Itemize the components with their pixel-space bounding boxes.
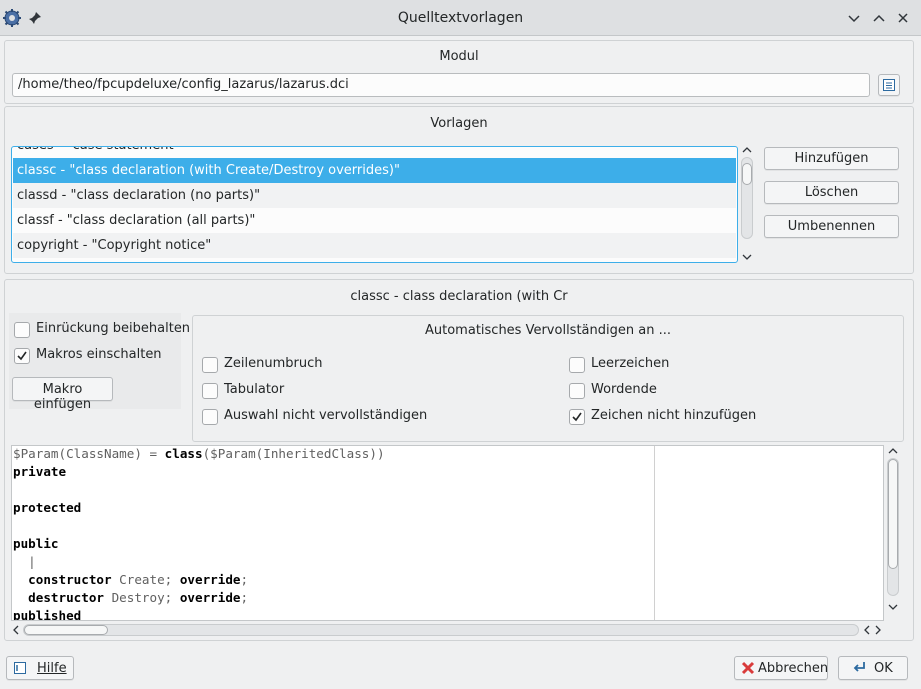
right-margin-line: [654, 446, 655, 620]
scroll-left-icon[interactable]: [11, 625, 21, 635]
list-item[interactable]: copyright - "Copyright notice": [13, 233, 736, 258]
code-keyword: published: [13, 608, 82, 621]
code-keyword: constructor: [28, 572, 112, 587]
templates-scrollbar-thumb[interactable]: [742, 163, 752, 185]
code-line[interactable]: published: [13, 608, 82, 621]
option-label: Auswahl nicht vervollständigen: [224, 408, 428, 423]
ok-button[interactable]: OK: [838, 656, 908, 680]
code-keyword: destructor: [28, 590, 104, 605]
checkbox-box[interactable]: [14, 322, 30, 338]
checkmark-icon: [572, 412, 582, 422]
templates-list[interactable]: cases - "case statement" classc - "class…: [11, 146, 738, 263]
checkbox-box[interactable]: [202, 357, 218, 373]
window-title: Quelltextvorlagen: [397, 10, 524, 26]
scroll-up-icon[interactable]: [742, 145, 752, 155]
minimize-icon[interactable]: [846, 10, 862, 26]
code-text: $Param(ClassName) =: [13, 446, 165, 461]
option-label: Leerzeichen: [591, 356, 670, 371]
option-label: Zeilenumbruch: [224, 356, 323, 371]
code-text: ;: [240, 572, 249, 587]
code-text: |: [13, 554, 36, 569]
add-button[interactable]: Hinzufügen: [764, 147, 899, 170]
checkbox-box[interactable]: [202, 409, 218, 425]
template-caption: classc - class declaration (with Cr: [350, 289, 568, 304]
code-text: ;: [240, 590, 249, 605]
cancel-label: Abbrechen: [758, 661, 829, 676]
help-label: Hilfe: [37, 661, 67, 676]
keep-indent-label: Einrückung beibehalten: [36, 321, 191, 336]
code-line[interactable]: destructor Destroy; override;: [13, 590, 248, 608]
scroll-left-icon[interactable]: [862, 625, 872, 635]
checkmark-icon: [17, 351, 27, 361]
option-label: Zeichen nicht hinzufügen: [591, 408, 757, 423]
code-keyword: class: [164, 446, 203, 461]
scroll-down-icon[interactable]: [888, 602, 898, 612]
help-icon: [14, 662, 26, 674]
editor-hscrollbar[interactable]: [23, 624, 859, 636]
list-item-selected[interactable]: classc - "class declaration (with Create…: [13, 158, 736, 183]
code-keyword: override: [179, 590, 241, 605]
option-label: Wordende: [591, 382, 657, 397]
module-caption: Modul: [439, 49, 479, 64]
enter-icon: [853, 662, 865, 672]
templates-caption: Vorlagen: [430, 116, 488, 131]
editor-vscrollbar-thumb[interactable]: [888, 459, 898, 569]
insert-macro-button[interactable]: Makro einfügen: [12, 377, 113, 412]
code-line[interactable]: $Param(ClassName) = class($Param(Inherit…: [13, 446, 385, 464]
code-keyword: private: [13, 464, 67, 479]
code-text: Create;: [111, 572, 180, 587]
code-keyword: override: [179, 572, 241, 587]
code-line[interactable]: public: [13, 536, 59, 554]
scroll-up-icon[interactable]: [888, 446, 898, 456]
code-editor[interactable]: $Param(ClassName) = class($Param(Inherit…: [11, 445, 884, 621]
code-line[interactable]: constructor Create; override;: [13, 572, 248, 590]
list-item[interactable]: classf - "class declaration (all parts)": [13, 208, 736, 233]
module-path-field[interactable]: /home/theo/fpcupdeluxe/config_lazarus/la…: [12, 73, 870, 97]
code-text: ($Param(InheritedClass)): [202, 446, 385, 461]
checkbox-box[interactable]: [569, 383, 585, 399]
code-keyword: public: [13, 536, 59, 551]
list-item[interactable]: classd - "class declaration (no parts)": [13, 183, 736, 208]
checkbox-box[interactable]: [202, 383, 218, 399]
code-line[interactable]: |: [13, 554, 36, 572]
code-line[interactable]: protected: [13, 500, 81, 518]
checkbox-box[interactable]: [569, 409, 585, 425]
browse-button[interactable]: [878, 74, 900, 96]
option-label: Tabulator: [224, 382, 285, 397]
autocomplete-caption: Automatisches Vervollständigen an ...: [425, 323, 671, 338]
close-icon[interactable]: [895, 10, 911, 26]
cancel-icon: [741, 661, 755, 675]
checkbox-box[interactable]: [14, 348, 30, 364]
title-bar: Quelltextvorlagen: [0, 0, 921, 36]
maximize-icon[interactable]: [871, 10, 887, 26]
code-line[interactable]: private: [13, 464, 66, 482]
scroll-right-icon[interactable]: [873, 625, 883, 635]
document-icon: [883, 79, 895, 91]
list-item[interactable]: cases - "case statement": [13, 147, 736, 158]
scroll-down-icon[interactable]: [742, 252, 752, 262]
cancel-button[interactable]: Abbrechen: [734, 656, 828, 680]
enable-macros-label: Makros einschalten: [36, 347, 162, 362]
checkbox-box[interactable]: [569, 357, 585, 373]
editor-hscrollbar-thumb[interactable]: [24, 625, 108, 635]
ok-label: OK: [874, 661, 893, 676]
code-text: Destroy;: [104, 590, 180, 605]
code-keyword: protected: [13, 500, 82, 515]
rename-button[interactable]: Umbenennen: [764, 215, 899, 238]
help-button[interactable]: Hilfe: [6, 656, 74, 680]
delete-button[interactable]: Löschen: [764, 181, 899, 204]
